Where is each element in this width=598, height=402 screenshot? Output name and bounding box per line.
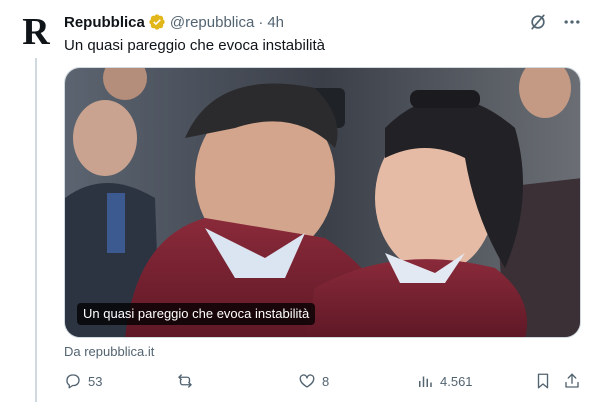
tweet-media-card[interactable]: Un quasi pareggio che evoca instabilità	[64, 67, 581, 338]
bookmark-button[interactable]	[534, 372, 552, 390]
retweet-button[interactable]	[176, 372, 200, 390]
views-icon	[419, 376, 432, 387]
retweet-icon	[178, 374, 192, 388]
user-handle[interactable]: @repubblica	[170, 14, 254, 31]
tweet-header: Repubblica @repubblica · 4h	[64, 12, 582, 32]
tweet-actions: 53 8 4.561	[64, 372, 582, 392]
verified-badge-icon[interactable]	[148, 13, 166, 31]
like-icon	[299, 374, 315, 388]
more-icon[interactable]	[562, 12, 582, 32]
tweet-left-column: R	[16, 12, 56, 402]
reply-icon	[66, 374, 80, 389]
link-source[interactable]: Da repubblica.it	[64, 344, 154, 359]
like-count: 8	[322, 373, 330, 389]
bookmark-icon	[537, 373, 549, 389]
share-icon	[565, 373, 579, 388]
reply-count: 53	[88, 373, 103, 389]
media-photo	[65, 68, 580, 337]
avatar[interactable]: R	[16, 12, 56, 52]
separator-dot: ·	[258, 13, 264, 31]
reply-button[interactable]: 53	[64, 372, 102, 390]
display-name[interactable]: Repubblica	[64, 14, 145, 31]
views-count: 4.561	[440, 373, 473, 389]
views-button[interactable]: 4.561	[416, 372, 473, 390]
header-actions	[528, 12, 582, 32]
tweet-time[interactable]: 4h	[267, 14, 284, 31]
share-button[interactable]	[563, 372, 581, 390]
tweet-content: Repubblica @repubblica · 4h Un quasi par…	[64, 12, 582, 389]
tweet-text: Un quasi pareggio che evoca instabilità	[64, 37, 325, 54]
grok-icon[interactable]	[528, 12, 548, 32]
media-caption: Un quasi pareggio che evoca instabilità	[77, 303, 316, 325]
thread-line	[35, 58, 37, 402]
avatar-letter: R	[22, 11, 50, 53]
like-button[interactable]: 8	[298, 372, 329, 390]
